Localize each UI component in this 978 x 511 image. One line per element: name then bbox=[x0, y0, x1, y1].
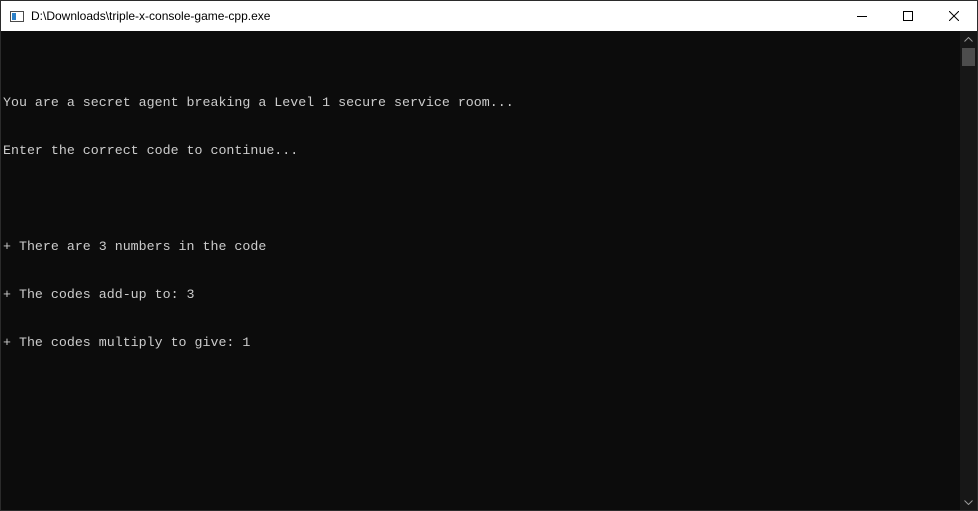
scroll-up-arrow-icon bbox=[964, 37, 973, 42]
console-output: You are a secret agent breaking a Level … bbox=[1, 31, 961, 383]
console-app-icon[interactable] bbox=[10, 10, 24, 22]
console-line: You are a secret agent breaking a Level … bbox=[3, 95, 514, 110]
console-window: D:\Downloads\triple-x-console-game-cpp.e… bbox=[0, 0, 978, 511]
scrollbar-thumb[interactable] bbox=[962, 48, 975, 66]
maximize-button[interactable] bbox=[885, 1, 931, 31]
close-icon bbox=[949, 11, 959, 21]
vertical-scrollbar[interactable] bbox=[960, 31, 977, 510]
scroll-down-button[interactable] bbox=[960, 494, 977, 510]
console-line: + The codes multiply to give: 1 bbox=[3, 335, 251, 350]
console-output-area[interactable]: You are a secret agent breaking a Level … bbox=[1, 31, 961, 510]
window-title: D:\Downloads\triple-x-console-game-cpp.e… bbox=[31, 9, 271, 23]
scroll-up-button[interactable] bbox=[960, 31, 977, 48]
window-controls bbox=[839, 1, 977, 31]
minimize-button[interactable] bbox=[839, 1, 885, 31]
console-line: + There are 3 numbers in the code bbox=[3, 239, 267, 254]
title-bar[interactable]: D:\Downloads\triple-x-console-game-cpp.e… bbox=[1, 1, 977, 31]
console-line: Enter the correct code to continue... bbox=[3, 143, 299, 158]
scroll-down-arrow-icon bbox=[964, 500, 973, 505]
maximize-icon bbox=[903, 11, 913, 21]
minimize-icon bbox=[857, 16, 867, 17]
close-button[interactable] bbox=[931, 1, 977, 31]
console-line: + The codes add-up to: 3 bbox=[3, 287, 195, 302]
